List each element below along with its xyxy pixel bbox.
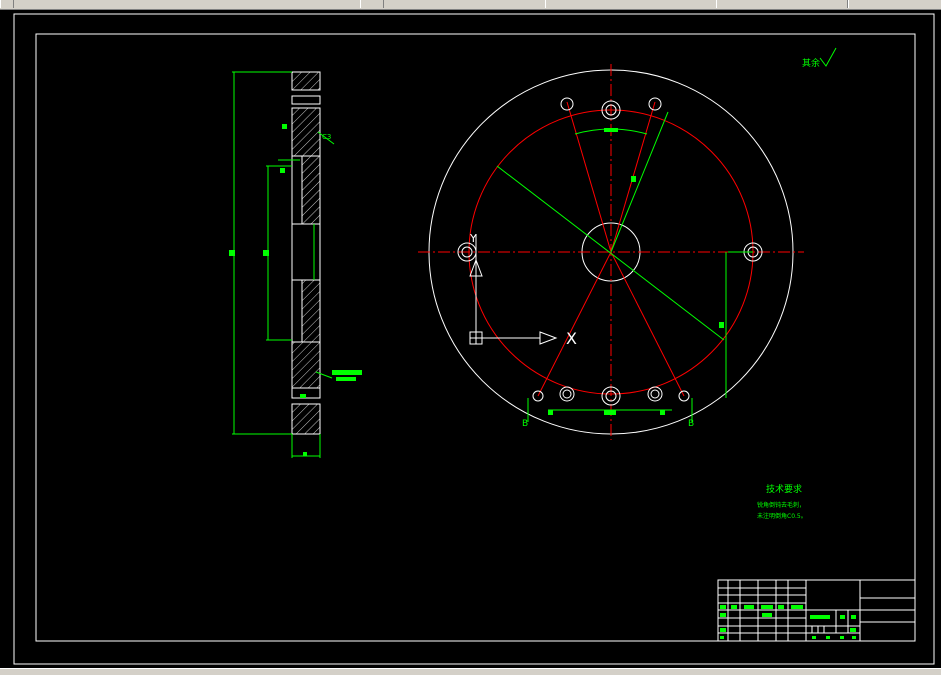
title-block	[717, 579, 916, 642]
section-view: C3	[229, 71, 362, 458]
tech-line-1: 锐角倒钝去毛刺，	[757, 501, 805, 509]
section-label-right: B	[688, 419, 694, 429]
tech-line-2: 未注明倒角C0.5。	[757, 512, 807, 520]
rough-mark-text: 其余	[802, 57, 820, 69]
drawing-canvas[interactable]: C3 B B X Y 其余 技术要求 锐角倒钝去毛刺， 未注明倒角C0.5。	[0, 10, 941, 668]
lineweight-dropdown[interactable]	[848, 0, 941, 8]
layer-dropdown[interactable]	[545, 0, 717, 8]
ucs-y-label: Y	[469, 232, 477, 245]
tech-title: 技术要求	[766, 483, 802, 495]
menu-button[interactable]	[0, 0, 14, 8]
linetype-dropdown[interactable]	[716, 0, 848, 8]
technical-requirements: 技术要求 锐角倒钝去毛刺， 未注明倒角C0.5。	[757, 483, 807, 520]
roughness-symbol: 其余	[802, 47, 837, 69]
outer-border	[13, 13, 935, 665]
ucs-icon: X Y	[469, 232, 577, 348]
ucs-x-label: X	[566, 329, 577, 348]
section-label-left: B	[522, 419, 528, 429]
toolbar-dropdown[interactable]	[360, 0, 384, 8]
application-toolbar	[0, 0, 941, 10]
chamfer-label: C3	[322, 133, 331, 141]
